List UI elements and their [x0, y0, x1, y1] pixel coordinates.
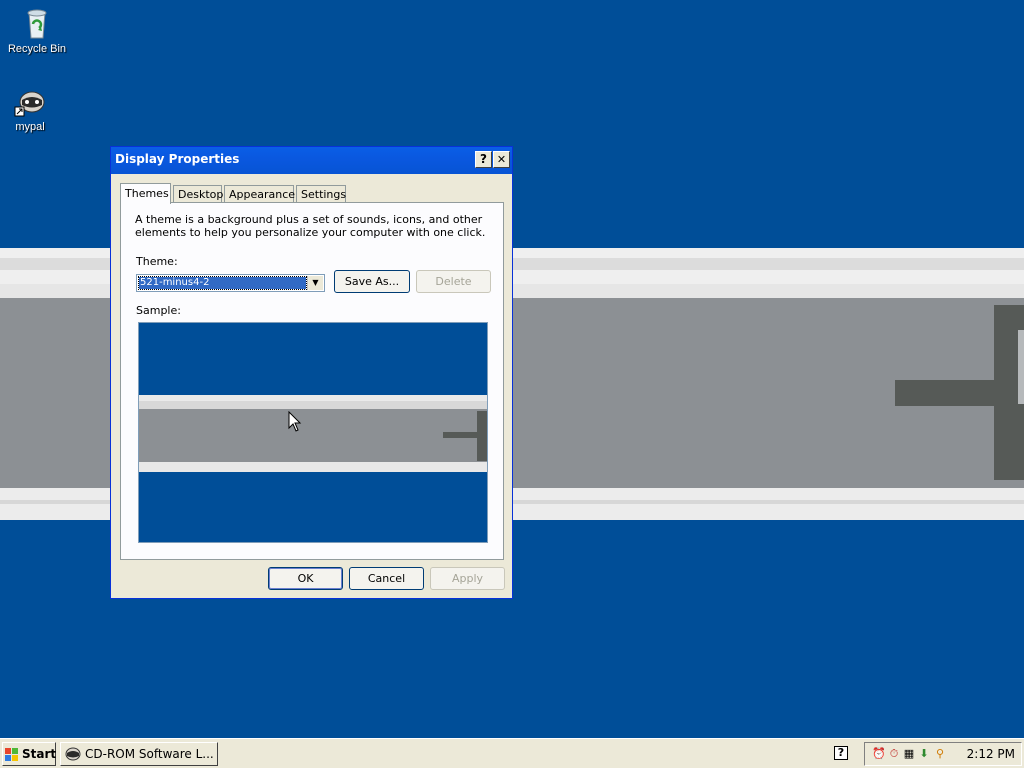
taskbar: Start CD-ROM Software L... ? ⏰ ⏱ ▦ ⬇ ⚲ 2… — [0, 738, 1024, 768]
tab-appearance[interactable]: Appearance — [224, 185, 295, 203]
start-label: Start — [22, 747, 57, 761]
theme-description: A theme is a background plus a set of so… — [135, 213, 486, 239]
desktop-icon-label: Recycle Bin — [7, 43, 67, 55]
theme-dropdown-value: 521-minus4-2 — [138, 276, 307, 290]
clock: 2:12 PM — [966, 747, 1015, 761]
raccoon-shortcut-icon — [14, 86, 46, 118]
help-button[interactable]: ? — [475, 151, 492, 168]
cancel-button[interactable]: Cancel — [349, 567, 424, 590]
recycle-bin-icon — [21, 8, 53, 40]
chevron-down-icon[interactable]: ▼ — [307, 276, 323, 290]
close-button[interactable]: ✕ — [493, 151, 510, 168]
stopwatch-icon[interactable]: ⏱ — [887, 747, 901, 761]
raccoon-icon — [65, 747, 81, 761]
desktop-icon-mypal[interactable]: mypal — [0, 86, 66, 133]
dialog-title: Display Properties — [115, 152, 240, 166]
themes-panel: A theme is a background plus a set of so… — [120, 202, 504, 560]
ok-button[interactable]: OK — [268, 567, 343, 590]
mouse-cursor-icon — [288, 411, 302, 432]
install-icon[interactable]: ⬇ — [917, 747, 931, 761]
theme-sample-preview — [138, 322, 488, 543]
tab-themes[interactable]: Themes — [120, 183, 171, 204]
start-button[interactable]: Start — [2, 742, 56, 766]
alarm-clock-icon[interactable]: ⏰ — [872, 747, 886, 761]
title-bar[interactable]: Display Properties ? ✕ — [111, 147, 512, 174]
system-tray: ⏰ ⏱ ▦ ⬇ ⚲ 2:12 PM — [864, 742, 1022, 766]
taskbar-button-cd-rom[interactable]: CD-ROM Software L... — [60, 742, 218, 766]
network-icon[interactable]: ▦ — [902, 747, 916, 761]
desktop-icon-recycle-bin[interactable]: Recycle Bin — [1, 8, 73, 55]
tab-desktop[interactable]: Desktop — [173, 185, 223, 203]
theme-label: Theme: — [136, 255, 178, 268]
taskbar-button-label: CD-ROM Software L... — [85, 747, 214, 761]
desktop-icon-label: mypal — [15, 121, 45, 133]
display-properties-dialog: Display Properties ? ✕ Themes Desktop Ap… — [110, 146, 513, 599]
tab-settings[interactable]: Settings — [296, 185, 346, 203]
theme-dropdown[interactable]: 521-minus4-2 ▼ — [136, 274, 325, 292]
delete-button[interactable]: Delete — [416, 270, 491, 293]
help-tray-icon[interactable]: ? — [834, 746, 848, 760]
sample-label: Sample: — [136, 304, 181, 317]
search-icon[interactable]: ⚲ — [933, 747, 947, 761]
apply-button[interactable]: Apply — [430, 567, 505, 590]
save-as-button[interactable]: Save As... — [334, 270, 410, 293]
windows-logo-icon — [5, 748, 18, 761]
